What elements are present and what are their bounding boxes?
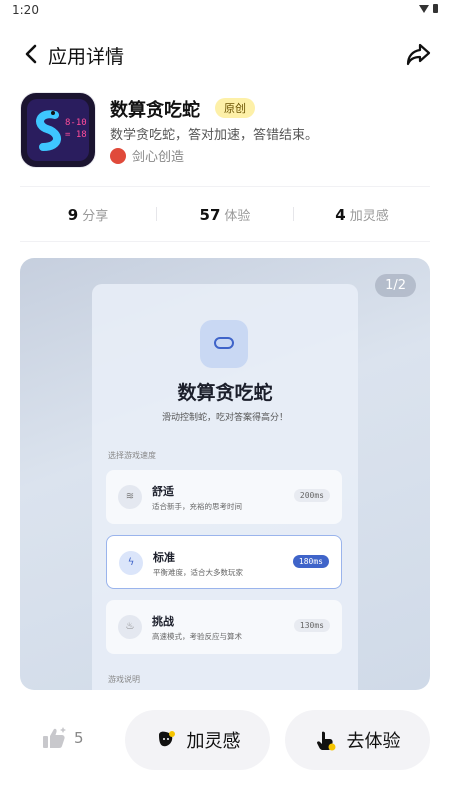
bolt-icon: ϟ bbox=[119, 551, 143, 575]
battery-icon bbox=[433, 4, 438, 13]
snake-icon: 8-10 = 18 bbox=[36, 110, 87, 151]
wifi-icon bbox=[419, 4, 429, 13]
game-subtitle: 滑动控制蛇，吃对答案得高分！ bbox=[161, 413, 288, 423]
original-badge: 原创 bbox=[215, 98, 255, 118]
like-count: 5 bbox=[74, 729, 84, 747]
preview-carousel[interactable]: 数算贪吃蛇 滑动控制蛇，吃对答案得高分！ 选择游戏速度 ≋ 舒适 适合新手，充裕… bbox=[20, 258, 430, 690]
mode-challenge: ♨ 挑战 高速模式，考验反应与算术 130ms bbox=[106, 600, 342, 654]
add-inspiration-button[interactable]: 加灵感 bbox=[125, 710, 270, 770]
status-time: 1:20 bbox=[12, 3, 39, 17]
stat-inspirations-value: 4 bbox=[335, 205, 346, 224]
inspiration-icon bbox=[158, 731, 175, 747]
app-description: 数学贪吃蛇，答对加速，答错结束。 bbox=[110, 128, 319, 143]
stat-inspirations-label: 加灵感 bbox=[349, 208, 389, 224]
stat-plays-value: 57 bbox=[199, 205, 221, 224]
icon-text-top: 8-10 bbox=[65, 118, 87, 128]
game-title: 数算贪吃蛇 bbox=[177, 382, 273, 404]
page-indicator: 1/2 bbox=[375, 274, 416, 297]
stat-shares: 9 分享 bbox=[20, 205, 156, 224]
mode-time: 180ms bbox=[292, 555, 329, 568]
author[interactable]: 剑心创造 bbox=[110, 146, 184, 165]
stat-inspirations: 4 加灵感 bbox=[294, 205, 430, 224]
thumbs-up-icon bbox=[43, 727, 66, 748]
mode-comfort: ≋ 舒适 适合新手，充裕的思考时间 200ms bbox=[106, 470, 342, 524]
rules-section-label: 游戏说明 bbox=[108, 675, 140, 684]
back-icon[interactable] bbox=[18, 40, 46, 68]
mode-time: 130ms bbox=[293, 619, 330, 632]
bottom-action-bar: 5 加灵感 去体验 bbox=[0, 708, 450, 772]
like-button[interactable]: 5 bbox=[42, 726, 84, 750]
stat-plays: 57 体验 bbox=[157, 205, 293, 224]
game-logo-icon bbox=[200, 320, 248, 368]
share-icon[interactable] bbox=[404, 40, 432, 68]
author-avatar bbox=[110, 147, 126, 164]
tap-hand-icon bbox=[316, 731, 335, 751]
status-bar: 1:20 bbox=[0, 0, 450, 22]
author-name: 剑心创造 bbox=[132, 150, 185, 165]
mode-name: 舒适 bbox=[152, 485, 174, 498]
mode-standard: ϟ 标准 平衡难度，适合大多数玩家 180ms bbox=[106, 535, 342, 589]
app-name: 数算贪吃蛇 bbox=[110, 100, 200, 121]
wind-icon: ≋ bbox=[118, 485, 142, 509]
stat-shares-label: 分享 bbox=[82, 208, 109, 224]
stats-row: 9 分享 57 体验 4 加灵感 bbox=[20, 186, 430, 242]
stat-shares-value: 9 bbox=[67, 205, 79, 224]
try-it-button[interactable]: 去体验 bbox=[285, 710, 430, 770]
preview-screenshot: 数算贪吃蛇 滑动控制蛇，吃对答案得高分！ 选择游戏速度 ≋ 舒适 适合新手，充裕… bbox=[92, 284, 358, 690]
flame-icon: ♨ bbox=[118, 615, 142, 639]
mode-name: 标准 bbox=[153, 551, 175, 564]
nav-bar: 应用详情 bbox=[0, 36, 450, 72]
stat-plays-label: 体验 bbox=[224, 208, 251, 224]
mode-desc: 高速模式，考验反应与算术 bbox=[152, 632, 242, 641]
add-inspiration-label: 加灵感 bbox=[186, 731, 241, 752]
mode-desc: 平衡难度，适合大多数玩家 bbox=[153, 568, 243, 577]
status-icons bbox=[419, 4, 438, 13]
speed-section-label: 选择游戏速度 bbox=[108, 451, 156, 460]
page-title: 应用详情 bbox=[48, 46, 125, 68]
mode-desc: 适合新手，充裕的思考时间 bbox=[152, 502, 242, 511]
mode-name: 挑战 bbox=[152, 615, 174, 628]
app-icon: 8-10 = 18 bbox=[20, 92, 96, 168]
try-it-label: 去体验 bbox=[346, 731, 401, 752]
app-header: 8-10 = 18 数算贪吃蛇 原创 数学贪吃蛇，答对加速，答错结束。 剑心创造 bbox=[20, 92, 430, 172]
icon-text-bottom: = 18 bbox=[65, 130, 87, 140]
mode-time: 200ms bbox=[293, 489, 330, 502]
